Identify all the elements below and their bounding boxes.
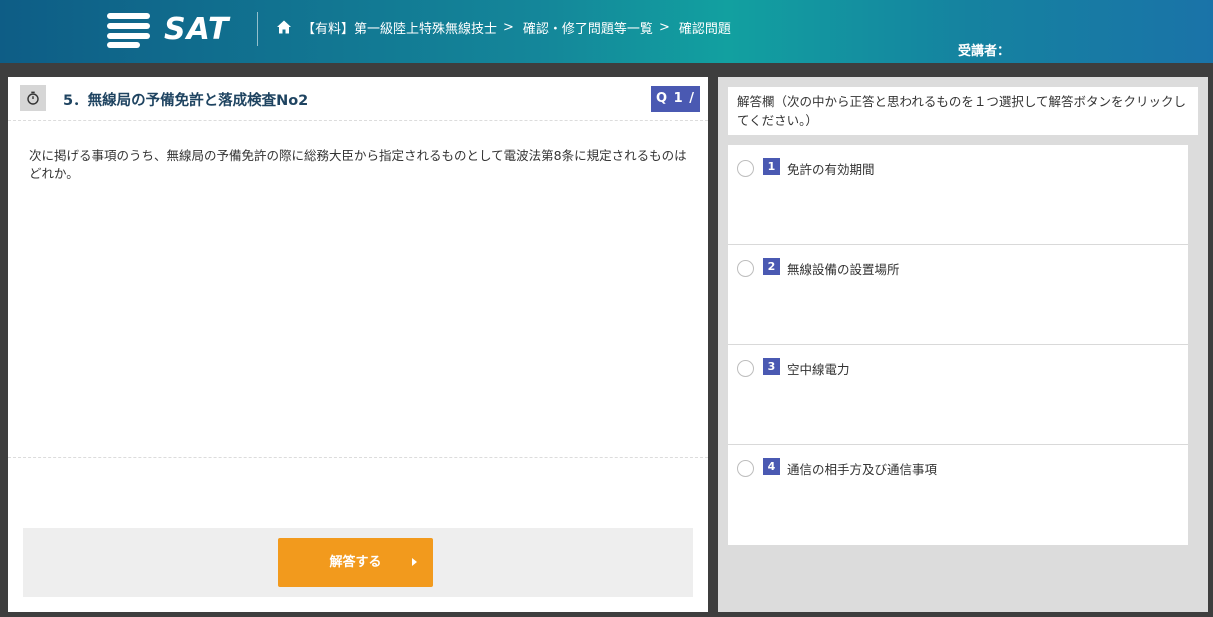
user-label: 受講者： [958,44,1011,59]
radio-button[interactable] [737,360,754,377]
divider [8,457,708,458]
option-number-badge: 4 [763,458,780,475]
question-counter-badge: Q 1 / 5 [651,86,700,132]
breadcrumb-separator: > [658,19,670,35]
logo-bars-icon [107,12,151,48]
timer-icon [20,85,46,111]
answer-option-2[interactable]: 2 無線設備の設置場所 [728,245,1188,345]
question-title: 5．無線局の予備免許と落成検査No2 [63,93,309,109]
option-text: 免許の有効期間 [787,162,875,177]
sat-logo[interactable]: SAT [107,12,232,48]
question-panel: 5．無線局の予備免許と落成検査No2 Q 1 / 5 次に掲げる事項のうち、無線… [8,77,708,612]
radio-button[interactable] [737,460,754,477]
answer-panel: 解答欄（次の中から正答と思われるものを１つ選択して解答ボタンをクリックしてくださ… [718,77,1208,612]
arrow-right-icon [412,558,417,566]
submit-answer-label: 解答する [329,555,382,570]
question-text: 次に掲げる事項のうち、無線局の予備免許の際に総務大臣から指定されるものとして電波… [29,148,687,181]
question-header: 5．無線局の予備免許と落成検査No2 Q 1 / 5 [8,77,708,132]
option-number-badge: 2 [763,258,780,275]
option-number-badge: 3 [763,358,780,375]
option-number-badge: 1 [763,158,780,175]
answer-option-1[interactable]: 1 免許の有効期間 [728,145,1188,245]
submit-area: 解答する [23,528,693,597]
radio-button[interactable] [737,160,754,177]
header-divider [257,12,258,46]
breadcrumb: 【有料】第一級陸上特殊無線技士 > 確認・修了問題等一覧 > 確認問題 [276,16,731,38]
answer-option-4[interactable]: 4 通信の相手方及び通信事項 [728,445,1188,545]
breadcrumb-separator: > [503,19,514,35]
answer-options: 1 免許の有効期間 2 無線設備の設置場所 3 空中線電力 4 通信の相手方及び… [728,145,1188,545]
logo-text: SAT [164,12,230,47]
option-text: 通信の相手方及び通信事項 [787,462,938,477]
breadcrumb-course[interactable]: 【有料】第一級陸上特殊無線技士 [302,18,497,37]
breadcrumb-current: 確認問題 [678,21,731,37]
option-text: 無線設備の設置場所 [787,262,900,277]
option-text: 空中線電力 [787,362,850,377]
breadcrumb-problem-list[interactable]: 確認・修了問題等一覧 [523,18,653,37]
home-icon[interactable] [276,19,292,35]
radio-button[interactable] [737,260,754,277]
answer-option-3[interactable]: 3 空中線電力 [728,345,1188,445]
answer-instruction: 解答欄（次の中から正答と思われるものを１つ選択して解答ボタンをクリックしてくださ… [728,87,1198,135]
app-header: SAT 【有料】第一級陸上特殊無線技士 > 確認・修了問題等一覧 > 確認問題 … [0,0,1213,63]
submit-answer-button[interactable]: 解答する [278,538,433,587]
